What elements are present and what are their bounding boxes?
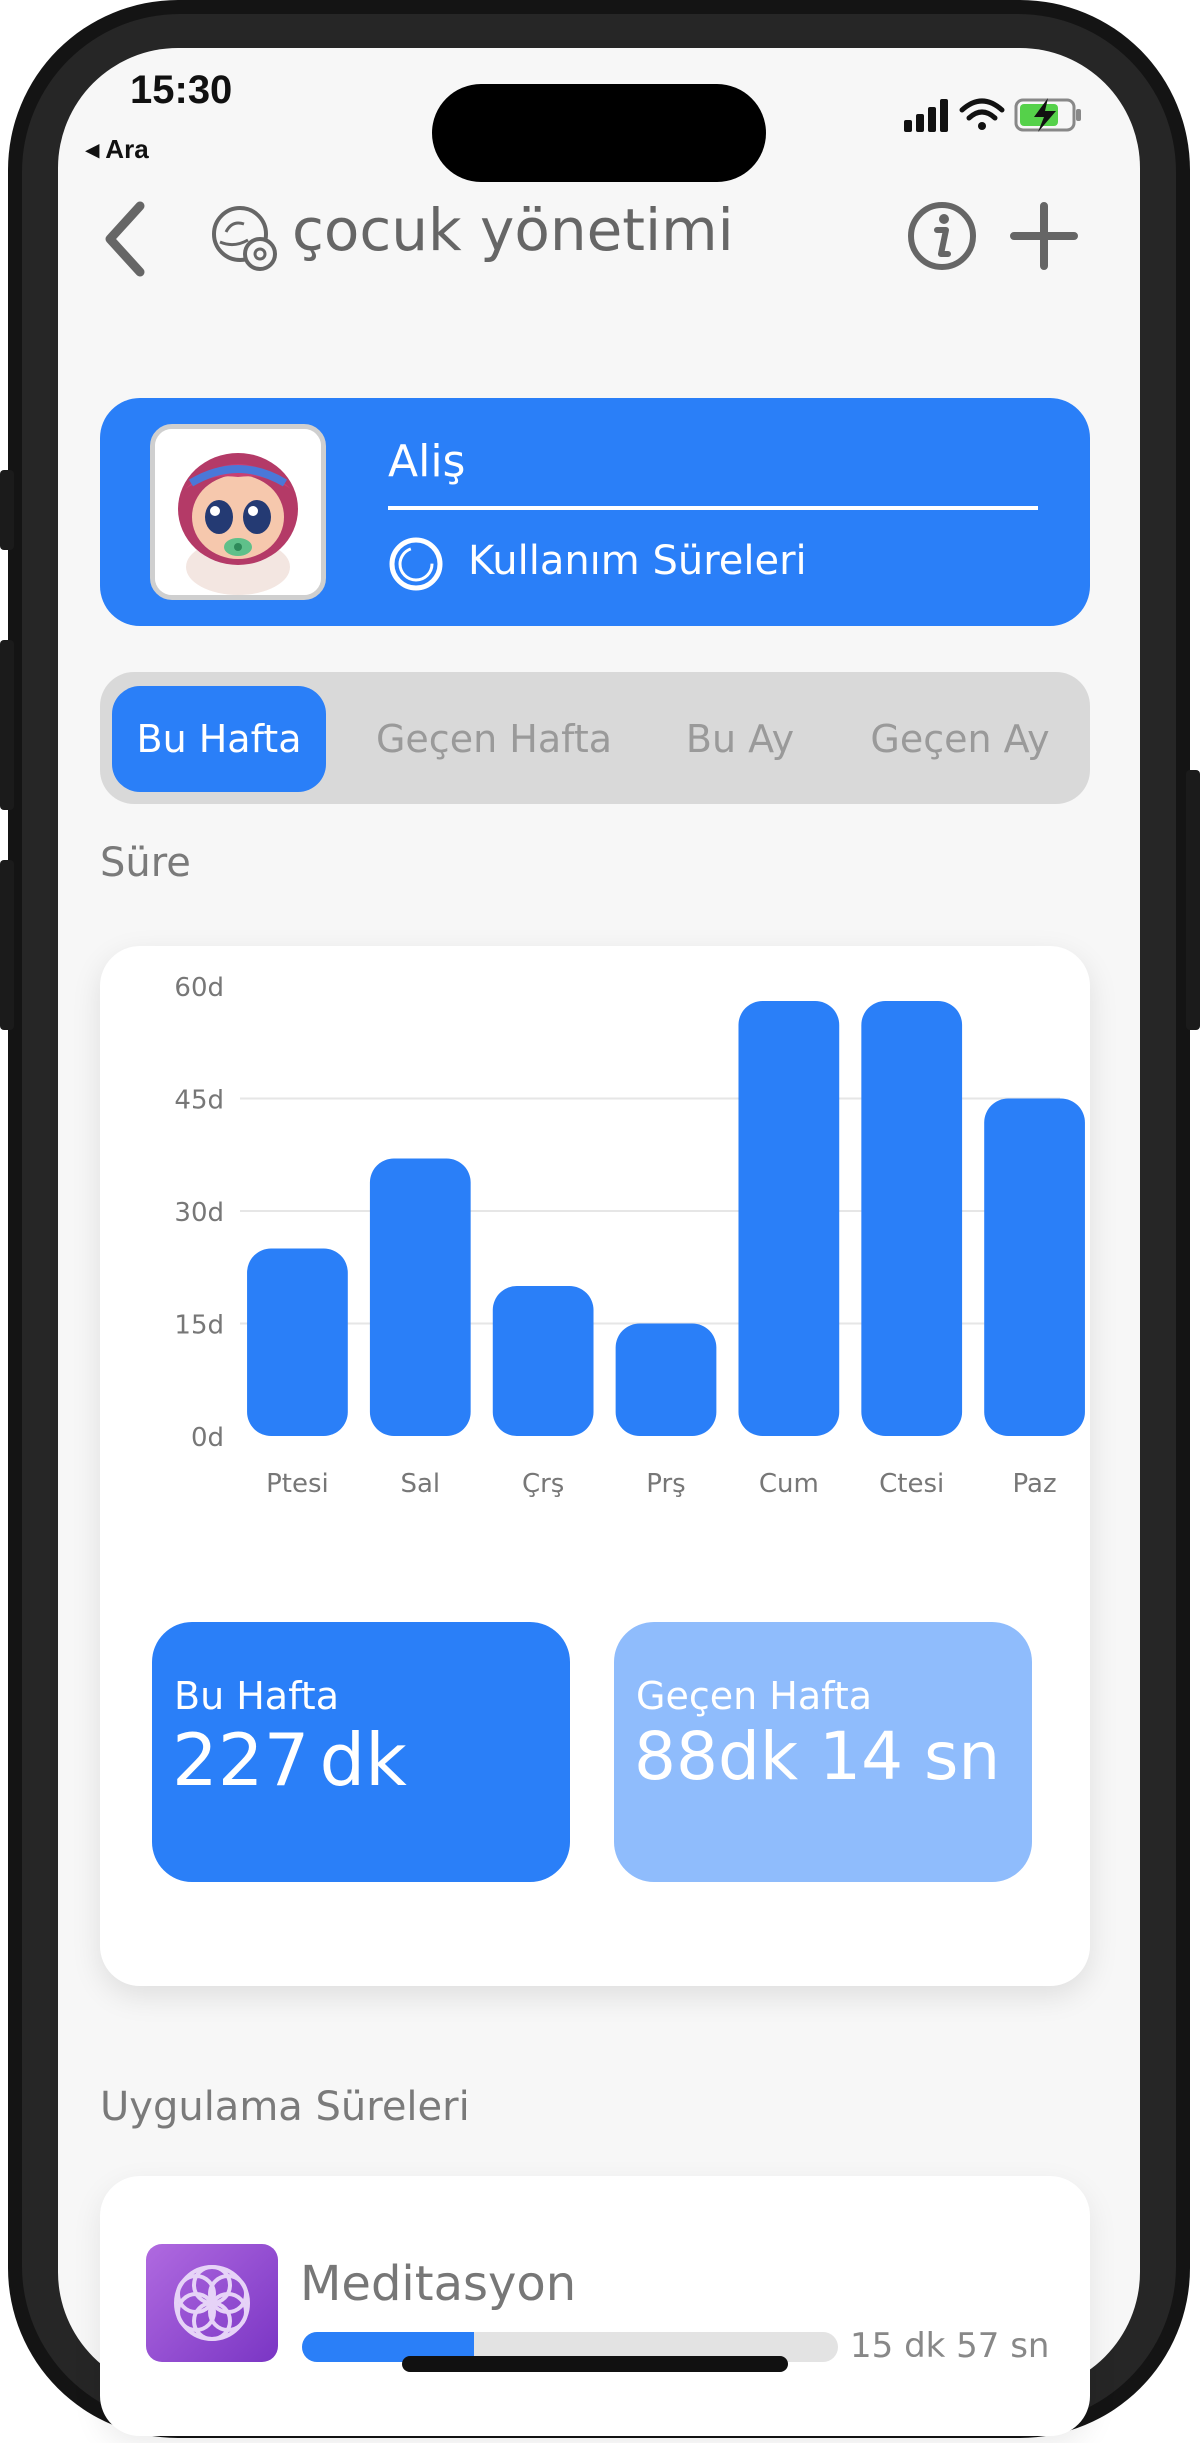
tab-this-week[interactable]: Bu Hafta <box>112 686 326 792</box>
info-icon[interactable] <box>906 200 978 272</box>
x-tick-label: Ptesi <box>266 1469 329 1499</box>
this-week-minutes: 227 <box>172 1718 310 1802</box>
status-icons <box>904 98 1081 132</box>
bar-Ptesi <box>247 1248 348 1436</box>
tab-last-month[interactable]: Geçen Ay <box>850 686 1070 792</box>
last-week-stat-title: Geçen Hafta <box>636 1674 873 1718</box>
y-tick-label: 45d <box>174 1086 224 1116</box>
child-avatar-illustration <box>155 429 321 595</box>
child-name: Aliş <box>388 436 466 487</box>
y-tick-label: 60d <box>174 973 224 1003</box>
bar-Cum <box>738 1001 840 1436</box>
home-indicator <box>402 2356 788 2372</box>
child-settings-icon <box>212 206 277 271</box>
x-tick-label: Sal <box>400 1469 440 1499</box>
bar-Paz <box>984 1098 1085 1436</box>
side-button-volume-up <box>0 640 14 810</box>
this-week-unit: dk <box>319 1718 407 1802</box>
y-tick-label: 15d <box>174 1311 224 1341</box>
x-tick-label: Cum <box>759 1469 819 1499</box>
weekly-usage-bar-chart: 0d 15d 30d 45d 60d Ptesi Sal Çrş Prş Cum Ctesi Paz <box>174 973 1085 1499</box>
bar-Sal <box>369 1158 471 1436</box>
name-underline <box>388 506 1038 510</box>
status-back-link[interactable]: ◂ Ara <box>86 134 149 165</box>
tab-this-month[interactable]: Bu Ay <box>660 686 820 792</box>
x-tick-label: Çrş <box>522 1469 564 1499</box>
side-button-power <box>1186 770 1200 1030</box>
tab-last-week[interactable]: Geçen Hafta <box>360 686 628 792</box>
add-icon[interactable] <box>1008 200 1080 272</box>
avatar <box>150 424 326 600</box>
x-tick-label: Prş <box>646 1469 685 1499</box>
duration-section-label: Süre <box>100 840 191 886</box>
signal-icon <box>904 99 948 132</box>
last-week-stat-value: 88dk 14 sn <box>634 1718 1001 1795</box>
usage-ring-icon <box>389 537 443 591</box>
x-tick-label: Ctesi <box>879 1469 944 1499</box>
this-week-stat-value: 227 dk <box>172 1718 407 1802</box>
app-name: Meditasyon <box>300 2256 577 2312</box>
side-button-silent <box>0 470 14 550</box>
app-usage-section-label: Uygulama Süreleri <box>100 2084 470 2130</box>
this-week-stat-title: Bu Hafta <box>174 1674 339 1718</box>
status-time: 15:30 <box>130 68 233 112</box>
bar-Prş <box>615 1323 717 1436</box>
x-tick-label: Paz <box>1013 1469 1057 1499</box>
battery-charging-icon <box>1014 98 1081 132</box>
bar-Çrş <box>492 1286 594 1436</box>
back-chevron-icon[interactable] <box>96 194 156 284</box>
page-title: çocuk yönetimi <box>292 196 734 264</box>
y-tick-label: 0d <box>191 1423 224 1453</box>
usage-times-label[interactable]: Kullanım Süreleri <box>468 538 807 584</box>
dynamic-island <box>432 84 766 182</box>
wifi-icon <box>959 98 1005 130</box>
meditation-app-icon <box>146 2244 278 2362</box>
bar-Ctesi <box>861 1001 963 1436</box>
side-button-volume-down <box>0 860 14 1030</box>
app-usage-time: 15 dk 57 sn <box>850 2326 1050 2366</box>
y-tick-label: 30d <box>174 1198 224 1228</box>
